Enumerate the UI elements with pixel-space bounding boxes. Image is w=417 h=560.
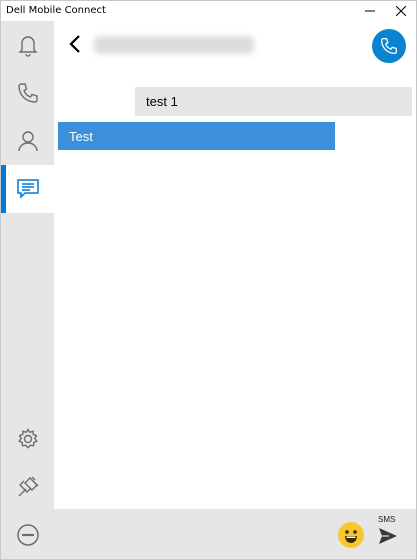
emoji-icon — [339, 523, 363, 547]
send-icon — [379, 528, 397, 544]
person-icon — [17, 131, 38, 152]
emoji-button[interactable] — [338, 522, 364, 548]
sidebar-item-calls[interactable] — [1, 69, 54, 117]
sidebar-item-contacts[interactable] — [1, 117, 54, 165]
contact-name-redacted — [94, 36, 254, 54]
bell-icon — [17, 36, 38, 57]
window-title: Dell Mobile Connect — [6, 5, 106, 16]
message-bubble-outgoing[interactable]: test 1 — [135, 87, 412, 116]
send-mode-label: SMS — [378, 515, 396, 524]
message-bubble-incoming[interactable]: Test — [58, 122, 335, 150]
close-button[interactable] — [386, 1, 416, 21]
sidebar-item-connection[interactable] — [1, 463, 54, 511]
phone-icon — [17, 83, 38, 103]
call-button[interactable] — [372, 29, 406, 63]
send-button[interactable] — [377, 526, 399, 546]
phone-icon — [380, 37, 398, 55]
sidebar-nav — [1, 21, 54, 559]
sidebar-item-settings[interactable] — [1, 415, 54, 463]
gear-icon — [17, 428, 38, 449]
chevron-left-icon — [69, 35, 80, 53]
minimize-icon — [365, 10, 375, 12]
back-button[interactable] — [64, 31, 88, 57]
minimize-button[interactable] — [355, 1, 385, 21]
message-text: test 1 — [146, 94, 178, 109]
message-text: Test — [69, 128, 93, 144]
message-icon — [16, 179, 39, 199]
sidebar-item-messages[interactable] — [1, 165, 54, 213]
compose-bar[interactable]: SMS — [54, 509, 416, 559]
plug-icon — [18, 476, 38, 497]
sidebar-item-do-not-disturb[interactable] — [1, 511, 54, 559]
title-bar: Dell Mobile Connect — [1, 1, 416, 21]
app-window: Dell Mobile Connect test 1 Test SMS — [0, 0, 417, 560]
sidebar-item-notifications[interactable] — [1, 21, 54, 69]
minus-circle-icon — [16, 524, 39, 546]
close-icon — [396, 6, 406, 16]
